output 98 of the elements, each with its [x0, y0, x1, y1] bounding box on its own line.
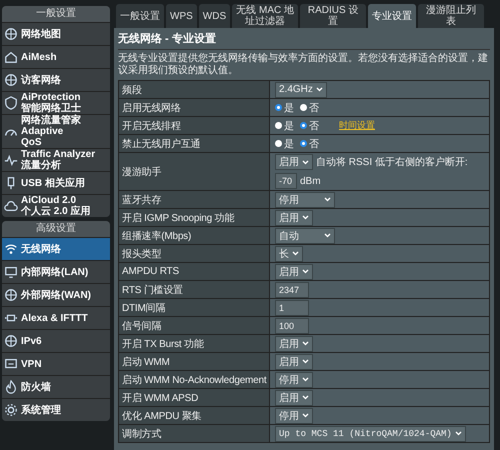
setting-label: 禁止无线用户互通 [122, 138, 200, 150]
dropdown[interactable]: 2.4GHz [275, 82, 327, 98]
sidebar-item[interactable]: 网络流量管家 Adaptive QoS [2, 114, 110, 148]
sidebar-item[interactable]: USB 相关应用 [2, 171, 110, 194]
caret-icon [302, 395, 309, 400]
shield-icon [4, 96, 18, 110]
page-title: 无线网络 - 专业设置 [118, 33, 217, 46]
monitor-icon [4, 265, 18, 279]
tab[interactable]: 一般设置 [116, 4, 164, 28]
setting-label: 开启无线排程 [122, 120, 181, 132]
dropdown[interactable]: 启用 [275, 354, 313, 370]
radio-option[interactable]: 否 [300, 136, 319, 150]
setting-label: 优化 AMPDU 聚集 [122, 410, 202, 422]
setting-label: 信号间隔 [122, 320, 162, 332]
sidebar-item[interactable]: 内部网络(LAN) [2, 260, 110, 283]
radio-option[interactable]: 是 [275, 136, 294, 150]
setting-label: 开启 WMM APSD [122, 392, 198, 404]
sidebar-item[interactable]: AiProtection 智能网络卫士 [2, 91, 110, 114]
dropdown[interactable]: 长 [275, 246, 303, 262]
globe-icon [4, 334, 18, 348]
setting-label: 调制方式 [122, 428, 162, 440]
caret-icon [302, 269, 309, 274]
radio-option[interactable]: 是 [275, 118, 294, 132]
caret-icon [324, 197, 331, 202]
section-header: 一般设置 [2, 6, 110, 22]
sidebar-item[interactable]: 系统管理 [2, 398, 110, 421]
wifi-icon [4, 242, 18, 256]
caret-icon [302, 215, 309, 220]
setting-label: 蓝牙共存 [122, 194, 162, 206]
sidebar-item[interactable]: AiCloud 2.0 个人云 2.0 应用 [2, 194, 110, 217]
tab[interactable]: 专业设置 [368, 4, 416, 28]
setting-label: 组播速率(Mbps) [122, 230, 192, 242]
input-field[interactable]: 1 [275, 300, 309, 316]
page-description: 无线专业设置提供您无线网络传输与效率方面的设置。若您没有选择适合的设置，建议采用我们预设的默认值。 [118, 53, 489, 77]
screen-icon [4, 357, 18, 371]
dropdown[interactable]: 启用 [275, 264, 313, 280]
radio-option[interactable]: 否 [300, 118, 319, 132]
dropdown[interactable]: 启用 [275, 390, 313, 406]
sidebar-item[interactable]: 访客网络 [2, 68, 110, 91]
caret-icon [302, 160, 309, 164]
radio-option[interactable]: 否 [300, 100, 319, 114]
dropdown[interactable]: 停用 [275, 192, 335, 208]
dropdown[interactable]: 启用 [275, 210, 313, 226]
sidebar-item[interactable]: 防火墙 [2, 375, 110, 398]
globe-icon [4, 27, 18, 41]
sidebar-item[interactable]: IPv6 [2, 329, 110, 352]
sidebar-item[interactable]: 外部网络(WAN) [2, 283, 110, 306]
sidebar-item[interactable]: 网络地图 [2, 22, 110, 45]
tab[interactable]: RADIUS 设置 [300, 4, 366, 28]
setting-label: 启用无线网络 [122, 102, 181, 114]
setting-label: AMPDU RTS [122, 266, 179, 277]
tab[interactable]: 无线 MAC 地址过滤器 [232, 4, 298, 28]
globe-icon [4, 73, 18, 87]
flame-icon [4, 380, 18, 394]
radio-option[interactable]: 是 [275, 100, 294, 114]
tab[interactable]: 漫游阻止列表 [418, 4, 484, 28]
setting-label: 报头类型 [122, 248, 162, 260]
caret-icon [292, 251, 299, 256]
setting-label: DTIM间隔 [122, 302, 166, 314]
caret-icon [324, 233, 331, 238]
sidebar-item[interactable]: VPN [2, 352, 110, 375]
tab[interactable]: WDS [198, 4, 230, 28]
caret-icon [302, 359, 309, 364]
caret-icon [316, 87, 323, 92]
link[interactable]: 时间设置 [339, 119, 375, 132]
caret-icon [302, 377, 309, 382]
gear-icon [4, 403, 18, 417]
setting-label: 启动 WMM [122, 356, 170, 368]
caret-icon [302, 341, 309, 346]
setting-label: 开启 IGMP Snooping 功能 [122, 212, 234, 224]
dropdown[interactable]: 启用 [275, 154, 313, 170]
pulse-icon [4, 153, 18, 167]
dropdown[interactable]: 启用 [275, 336, 313, 352]
caret-icon [454, 431, 462, 436]
house-icon [4, 50, 18, 64]
dropdown[interactable]: Up to MCS 11 (NitroQAM/1024-QAM) [275, 426, 466, 442]
section-header: 高级设置 [2, 221, 110, 237]
globe-icon [4, 288, 18, 302]
cloud-icon [4, 199, 18, 213]
sidebar-item[interactable]: Traffic Analyzer 流量分析 [2, 148, 110, 171]
sidebar-item[interactable]: Alexa & IFTTT [2, 306, 110, 329]
caret-icon [302, 413, 309, 418]
tab[interactable]: WPS [166, 4, 197, 28]
setting-label: RTS 门槛设置 [122, 284, 183, 296]
setting-label: 频段 [122, 84, 142, 96]
setting-label: 开启 TX Burst 功能 [122, 338, 204, 350]
dropdown[interactable]: 停用 [275, 372, 313, 388]
setting-label: 启动 WMM No-Acknowledgement [122, 374, 266, 386]
sidebar-item[interactable]: AiMesh [2, 45, 110, 68]
dropdown[interactable]: 停用 [275, 408, 313, 424]
setting-text: 自动将 RSSI 低于右侧的客户断开: [316, 156, 468, 169]
input-field[interactable]: -70 [275, 173, 297, 189]
sidebar-item[interactable]: 无线网络 [2, 237, 110, 260]
unit-label: dBm [300, 176, 321, 186]
setting-label: 漫游助手 [122, 166, 162, 178]
dropdown[interactable]: 自动 [275, 228, 335, 244]
input-field[interactable]: 2347 [275, 282, 309, 298]
input-field[interactable]: 100 [275, 318, 309, 334]
